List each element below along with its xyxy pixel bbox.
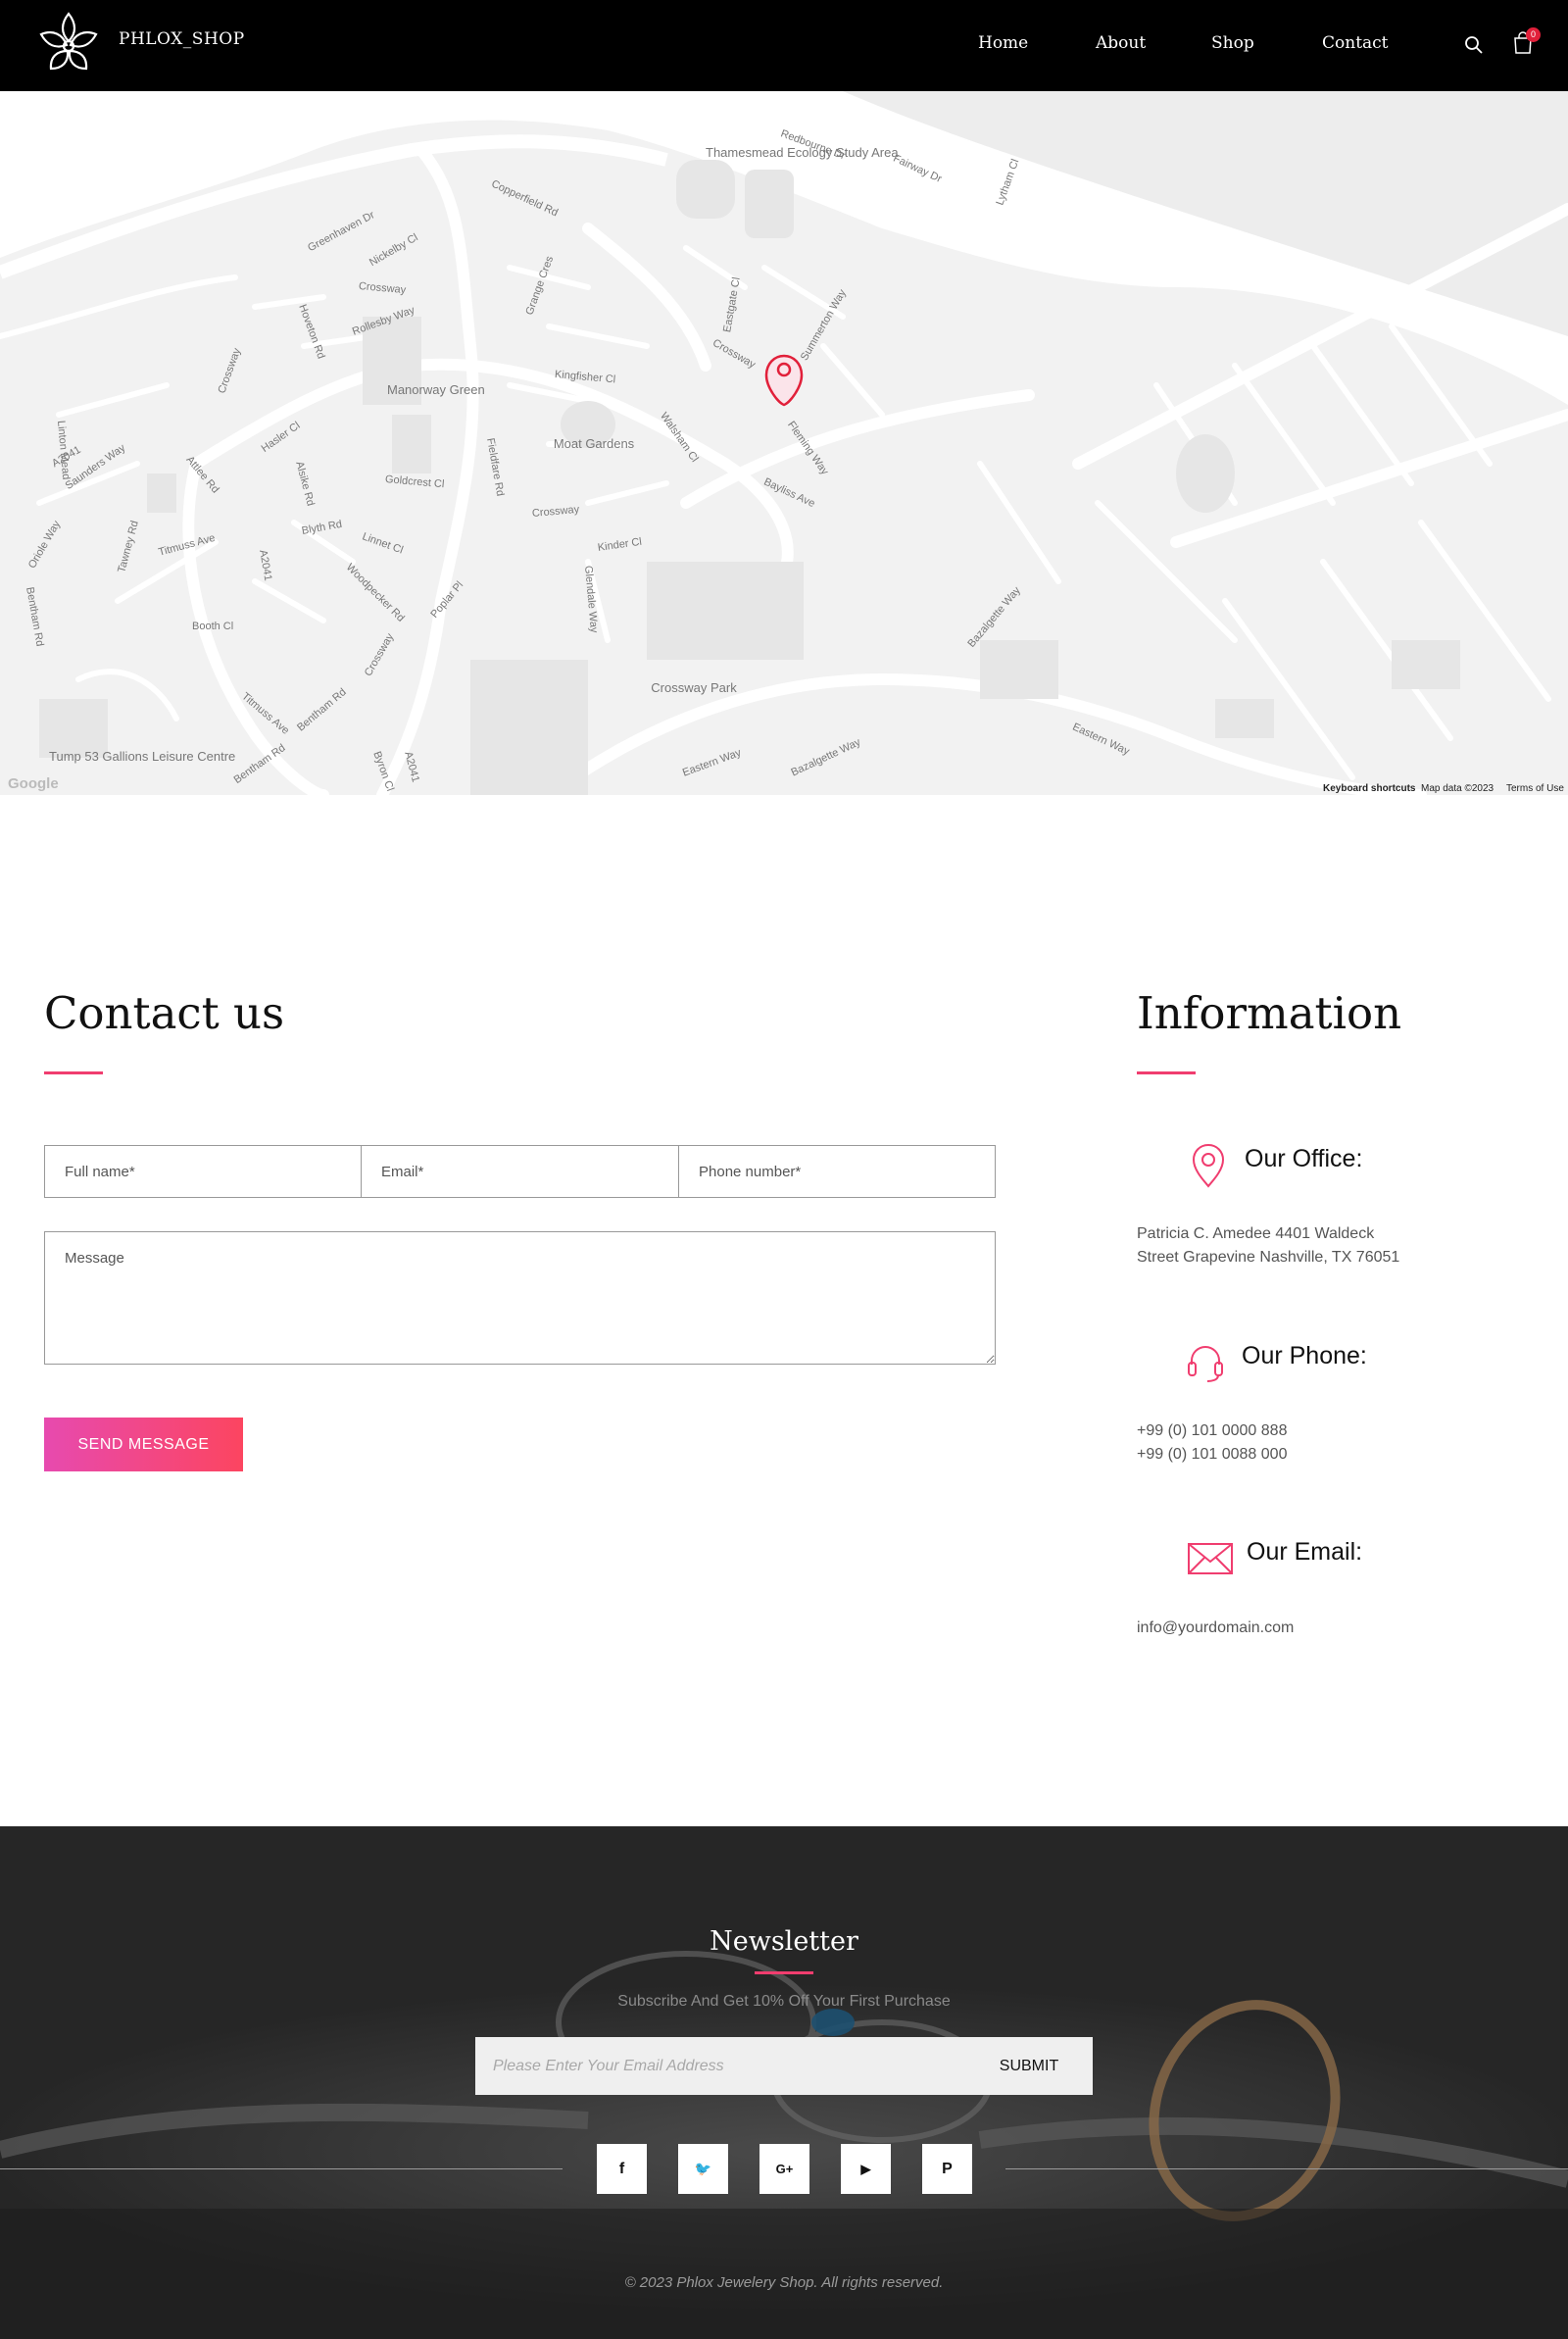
- footer-divider: [1005, 2168, 1568, 2169]
- phone-title: Our Phone:: [1242, 1342, 1367, 1369]
- contact-heading-underline: [44, 1071, 103, 1074]
- information-heading-underline: [1137, 1071, 1196, 1074]
- newsletter-email-input[interactable]: [475, 2037, 965, 2095]
- brand-name[interactable]: PHLOX_SHOP: [119, 29, 245, 49]
- twitter-icon[interactable]: 🐦: [678, 2144, 728, 2194]
- map-terms-link[interactable]: Terms of Use: [1506, 783, 1564, 794]
- site-header: PHLOX_SHOP Home About Shop Contact 0: [0, 0, 1568, 91]
- cart-count-badge: 0: [1526, 27, 1541, 42]
- send-message-button[interactable]: SEND MESSAGE: [44, 1418, 243, 1471]
- facebook-icon[interactable]: f: [597, 2144, 647, 2194]
- copyright-text: © 2023 Phlox Jewelery Shop. All rights r…: [624, 2274, 944, 2291]
- headset-icon: [1188, 1346, 1223, 1382]
- pinterest-icon[interactable]: P: [922, 2144, 972, 2194]
- newsletter-heading: Newsletter: [710, 1926, 858, 1957]
- map-area-label: Crossway Park: [651, 680, 737, 695]
- newsletter-underline: [755, 1971, 813, 1974]
- full-name-input[interactable]: [44, 1145, 363, 1198]
- map-keyboard-shortcuts[interactable]: Keyboard shortcuts: [1323, 783, 1415, 794]
- contact-heading: Contact us: [44, 987, 285, 1039]
- map-area-label: Tump 53 Gallions Leisure Centre: [49, 749, 236, 764]
- information-heading: Information: [1137, 987, 1402, 1039]
- map-pin-icon[interactable]: [764, 354, 804, 407]
- search-icon[interactable]: [1464, 35, 1484, 55]
- map-area-label: Thamesmead Ecology Study Area: [706, 145, 899, 160]
- map-area-label: Manorway Green: [387, 382, 485, 397]
- email-input[interactable]: [361, 1145, 679, 1198]
- phone-number[interactable]: +99 (0) 101 0000 888: [1137, 1419, 1287, 1443]
- flower-logo-icon[interactable]: [33, 8, 104, 78]
- map-data-attribution: Map data ©2023: [1421, 783, 1494, 794]
- nav-about[interactable]: About: [1096, 33, 1146, 53]
- newsletter-subtitle: Subscribe And Get 10% Off Your First Pur…: [617, 1993, 951, 2010]
- email-title: Our Email:: [1247, 1538, 1363, 1566]
- nav-contact[interactable]: Contact: [1322, 33, 1389, 53]
- office-address-line: Patricia C. Amedee 4401 Waldeck: [1137, 1225, 1375, 1242]
- map-area-label: Moat Gardens: [553, 436, 635, 451]
- envelope-icon: [1188, 1543, 1233, 1574]
- footer-divider: [0, 2168, 563, 2169]
- newsletter-submit-button[interactable]: SUBMIT: [965, 2037, 1093, 2095]
- office-address-line: Street Grapevine Nashville, TX 76051: [1137, 1249, 1400, 1266]
- message-textarea[interactable]: [44, 1231, 996, 1365]
- youtube-icon[interactable]: ▶: [841, 2144, 891, 2194]
- nav-shop[interactable]: Shop: [1211, 33, 1254, 53]
- map-label: Booth Cl: [192, 621, 234, 632]
- google-plus-icon[interactable]: G+: [760, 2144, 809, 2194]
- phone-input[interactable]: [678, 1145, 996, 1198]
- nav-home[interactable]: Home: [978, 33, 1028, 53]
- google-map[interactable]: Redbourne Dr Fairway Dr Lytham Cl Copper…: [0, 91, 1568, 795]
- email-address[interactable]: info@yourdomain.com: [1137, 1617, 1294, 1640]
- office-title: Our Office:: [1245, 1145, 1363, 1172]
- location-pin-icon: [1192, 1143, 1225, 1188]
- google-logo[interactable]: Google: [8, 775, 59, 792]
- phone-number[interactable]: +99 (0) 101 0088 000: [1137, 1443, 1287, 1467]
- map-streets: [0, 91, 1568, 795]
